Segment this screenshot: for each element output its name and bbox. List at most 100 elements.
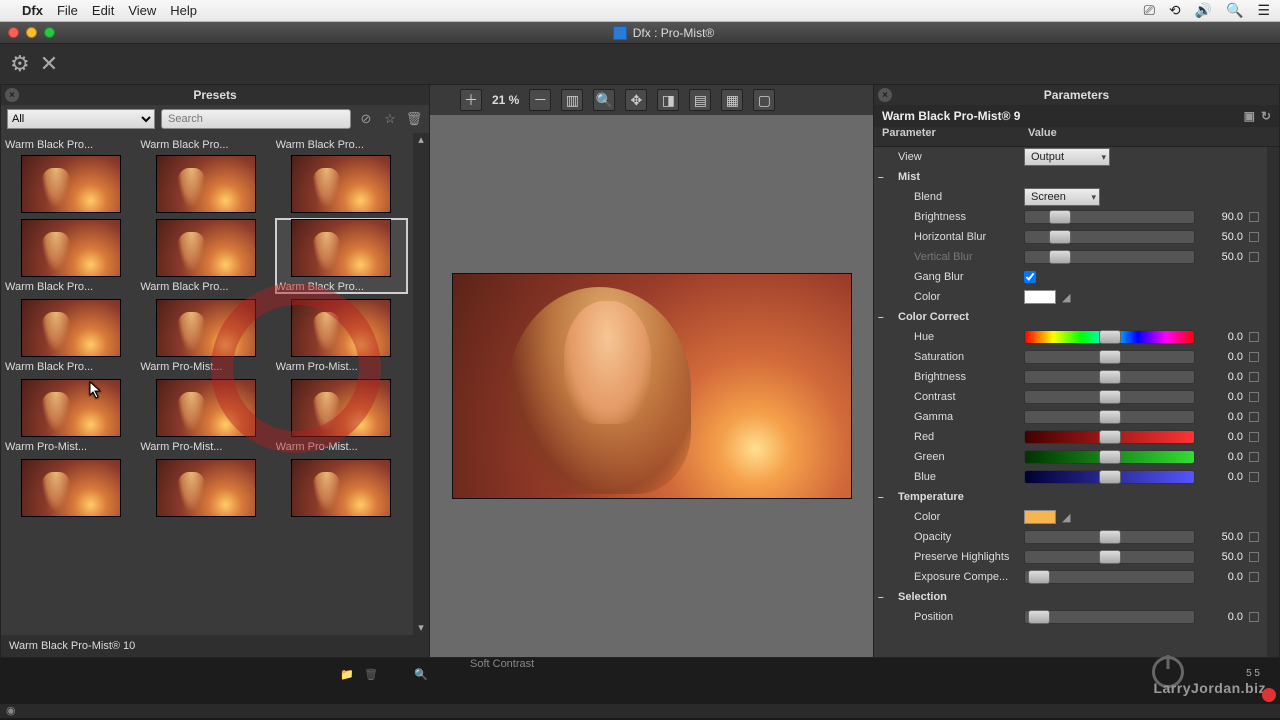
preset-item[interactable]: Warm Black Pro... [5, 139, 136, 213]
lock-icon[interactable] [1249, 552, 1259, 562]
lock-icon[interactable] [1249, 572, 1259, 582]
lock-icon[interactable] [1249, 472, 1259, 482]
exposure-slider[interactable] [1024, 570, 1195, 584]
preset-item[interactable] [5, 459, 136, 521]
group-mist[interactable]: –Mist [874, 167, 1265, 187]
cancel-x-icon[interactable]: ✕ [40, 51, 58, 77]
window-close-button[interactable] [8, 27, 19, 38]
spotlight-icon[interactable]: 🔍 [1226, 2, 1243, 19]
trash-icon[interactable]: 🗑 [405, 110, 423, 128]
param-temp-color: Color◢ [874, 507, 1265, 527]
mist-color-swatch[interactable] [1024, 290, 1056, 304]
soft-contrast-label: Soft Contrast [470, 658, 534, 670]
lock-icon[interactable] [1249, 332, 1259, 342]
zoom-out-icon[interactable]: － [529, 89, 551, 111]
presets-scrollbar[interactable]: ▴ ▾ [413, 133, 429, 635]
compare-split-icon[interactable]: ◨ [657, 89, 679, 111]
brightness-slider[interactable] [1024, 210, 1195, 224]
gamma-slider[interactable] [1024, 410, 1195, 424]
hblur-slider[interactable] [1024, 230, 1195, 244]
group-colorcorrect[interactable]: –Color Correct [874, 307, 1265, 327]
scroll-up-arrow-icon[interactable]: ▴ [418, 133, 424, 147]
bottom-trash-icon[interactable]: 🗑 [364, 668, 378, 681]
clear-search-icon[interactable]: ⊘ [357, 110, 375, 128]
preset-item[interactable]: Warm Pro-Mist... [276, 299, 407, 373]
volume-icon[interactable]: 🔊 [1195, 2, 1212, 19]
favorite-star-icon[interactable]: ☆ [381, 110, 399, 128]
red-slider[interactable] [1024, 430, 1195, 444]
view-dropdown[interactable]: Output [1024, 148, 1110, 166]
zoom-percent[interactable]: 21 % [492, 93, 519, 107]
eyedropper-icon[interactable]: ◢ [1062, 291, 1070, 304]
preserve-slider[interactable] [1024, 550, 1195, 564]
eyedropper-tool-icon[interactable]: 🔍 [414, 668, 428, 681]
preset-item[interactable]: Warm Black Pro... [140, 139, 271, 213]
cc-brightness-slider[interactable] [1024, 370, 1195, 384]
fit-icon[interactable]: ▥ [561, 89, 583, 111]
preset-item[interactable] [276, 459, 407, 521]
scroll-down-arrow-icon[interactable]: ▾ [418, 621, 424, 635]
group-selection[interactable]: –Selection [874, 587, 1265, 607]
menu-edit[interactable]: Edit [92, 3, 114, 18]
temp-color-swatch[interactable] [1024, 510, 1056, 524]
lock-icon[interactable] [1249, 212, 1259, 222]
eyedropper-icon[interactable]: ◢ [1062, 511, 1070, 524]
presets-filter-select[interactable]: All [7, 109, 155, 129]
group-temperature[interactable]: –Temperature [874, 487, 1265, 507]
parameters-close-icon[interactable]: × [878, 88, 892, 102]
lock-icon[interactable] [1249, 352, 1259, 362]
lock-icon[interactable] [1249, 412, 1259, 422]
lock-icon[interactable] [1249, 432, 1259, 442]
lock-icon[interactable] [1249, 232, 1259, 242]
compare-sidebyside-icon[interactable]: ▤ [689, 89, 711, 111]
presets-search-input[interactable] [161, 109, 351, 129]
preset-item[interactable] [140, 459, 271, 521]
window-zoom-button[interactable] [44, 27, 55, 38]
presets-close-icon[interactable]: × [5, 88, 19, 102]
preset-item[interactable]: Warm Black Pro... [5, 219, 136, 293]
folder-icon[interactable]: 📁 [340, 668, 354, 681]
view-mode-b-icon[interactable]: ▢ [753, 89, 775, 111]
sync-icon[interactable]: ⟲ [1169, 2, 1181, 19]
contrast-slider[interactable] [1024, 390, 1195, 404]
preset-item[interactable]: Warm Black Pro... [5, 299, 136, 373]
lock-icon[interactable] [1249, 392, 1259, 402]
lock-icon[interactable] [1249, 372, 1259, 382]
preset-item[interactable]: Warm Black Pro... [276, 219, 407, 293]
settings-gear-icon[interactable]: ⚙ [10, 51, 30, 77]
opacity-slider[interactable] [1024, 530, 1195, 544]
lock-icon[interactable] [1249, 532, 1259, 542]
menu-extras-icon[interactable]: ☰ [1257, 2, 1270, 19]
preset-item[interactable]: Warm Black Pro... [140, 219, 271, 293]
view-mode-a-icon[interactable]: ▦ [721, 89, 743, 111]
position-slider[interactable] [1024, 610, 1195, 624]
reset-icon[interactable]: ↻ [1261, 109, 1271, 123]
hue-slider[interactable] [1024, 330, 1195, 344]
gangblur-checkbox[interactable] [1024, 271, 1036, 283]
preset-item[interactable]: Warm Black Pro... [276, 139, 407, 213]
menu-help[interactable]: Help [170, 3, 197, 18]
green-slider[interactable] [1024, 450, 1195, 464]
zoom-region-icon[interactable]: 🔍 [593, 89, 615, 111]
save-preset-icon[interactable]: ▣ [1244, 109, 1255, 123]
preset-item[interactable]: Warm Pro-Mist... [140, 299, 271, 373]
menu-view[interactable]: View [128, 3, 156, 18]
window-minimize-button[interactable] [26, 27, 37, 38]
alert-close-icon[interactable] [1262, 688, 1276, 702]
preset-item[interactable]: Warm Pro-Mist... [5, 379, 136, 453]
app-name[interactable]: Dfx [22, 3, 43, 18]
blend-dropdown[interactable]: Screen [1024, 188, 1100, 206]
menu-file[interactable]: File [57, 3, 78, 18]
zoom-in-icon[interactable]: ＋ [460, 89, 482, 111]
pan-icon[interactable]: ✥ [625, 89, 647, 111]
viewer-area[interactable] [430, 115, 873, 657]
preset-item[interactable]: Warm Pro-Mist... [140, 379, 271, 453]
saturation-slider[interactable] [1024, 350, 1195, 364]
parameters-scrollbar[interactable] [1267, 147, 1279, 657]
screen-record-icon[interactable]: ⎚ [1144, 2, 1155, 19]
preset-item[interactable]: Warm Pro-Mist... [276, 379, 407, 453]
lock-icon[interactable] [1249, 452, 1259, 462]
blue-slider[interactable] [1024, 470, 1195, 484]
lock-icon[interactable] [1249, 612, 1259, 622]
eye-icon[interactable]: ◉ [6, 704, 16, 717]
